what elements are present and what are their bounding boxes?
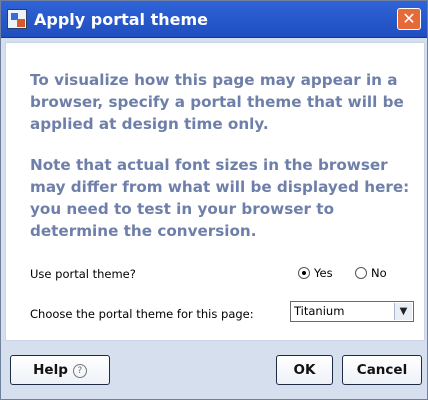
use-portal-theme-label: Use portal theme? <box>30 267 136 281</box>
cancel-button[interactable]: Cancel <box>342 355 422 385</box>
portal-theme-select[interactable]: Titanium ▼ <box>290 301 414 322</box>
close-button[interactable]: ✕ <box>397 8 421 30</box>
no-label: No <box>371 266 387 280</box>
ok-button[interactable]: OK <box>276 355 333 385</box>
question-mark-icon: ? <box>72 364 87 378</box>
content-panel: To visualize how this page may appear in… <box>5 42 425 341</box>
use-theme-no-radio[interactable]: No <box>355 265 397 281</box>
instruction-paragraph-2: Note that actual font sizes in the brows… <box>30 156 410 240</box>
chevron-down-icon[interactable]: ▼ <box>394 303 412 320</box>
close-icon: ✕ <box>402 9 416 28</box>
choose-theme-label: Choose the portal theme for this page: <box>30 307 254 321</box>
ok-button-label: OK <box>293 362 316 378</box>
instruction-paragraph-1: To visualize how this page may appear in… <box>30 71 404 133</box>
help-button-label: Help <box>33 362 68 378</box>
cancel-button-label: Cancel <box>356 362 408 378</box>
apply-portal-theme-dialog: Apply portal theme ✕ To visualize how th… <box>0 0 428 400</box>
radio-checked-icon <box>298 267 310 279</box>
dialog-title: Apply portal theme <box>34 10 209 29</box>
use-theme-yes-radio[interactable]: Yes <box>298 265 344 281</box>
portal-theme-value: Titanium <box>294 304 345 318</box>
help-button[interactable]: Help? <box>10 355 110 385</box>
title-bar[interactable]: Apply portal theme ✕ <box>1 1 427 38</box>
radio-unchecked-icon <box>355 267 367 279</box>
app-window-icon <box>7 9 27 29</box>
yes-label: Yes <box>314 266 333 280</box>
